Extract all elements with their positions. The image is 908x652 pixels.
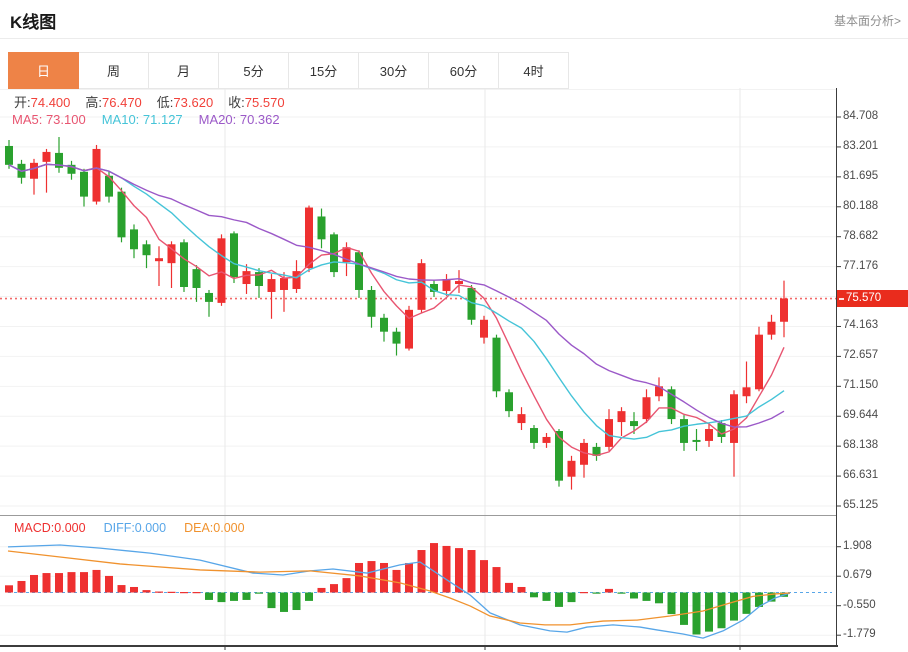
y-axis-label: 84.708 <box>843 110 903 122</box>
y-axis-label: 80.188 <box>843 200 903 212</box>
y-axis-label: 71.150 <box>843 379 903 391</box>
y-axis-label: 83.201 <box>843 140 903 152</box>
open-value: 74.400 <box>31 95 71 110</box>
current-price-badge: 75.570 <box>837 290 908 307</box>
y-axis-label: -0.550 <box>843 599 903 611</box>
candles-layer <box>5 137 788 490</box>
open-label: 开: <box>14 95 31 110</box>
y-axis-label: 66.631 <box>843 469 903 481</box>
y-axis-label: -1.779 <box>843 628 903 640</box>
y-axis-label: 0.679 <box>843 569 903 581</box>
tab-15min[interactable]: 15分 <box>288 52 359 89</box>
ma5-legend: MA5: 73.100 <box>12 112 86 127</box>
y-axis-label: 77.176 <box>843 260 903 272</box>
tab-30min[interactable]: 30分 <box>358 52 429 89</box>
y-axis-label: 68.138 <box>843 439 903 451</box>
y-axis-label: 72.657 <box>843 349 903 361</box>
ma20-legend: MA20: 70.362 <box>199 112 280 127</box>
macd-histogram <box>5 543 788 634</box>
y-axis-label: 74.163 <box>843 319 903 331</box>
close-label: 收: <box>228 95 245 110</box>
period-tab-bar: 日周月5分15分30分60分4时 <box>8 52 569 89</box>
macd-value-label: MACD:0.000 <box>14 521 86 535</box>
diff-value-label: DIFF:0.000 <box>104 521 167 535</box>
y-axis-label: 81.695 <box>843 170 903 182</box>
ma10-legend: MA10: 71.127 <box>102 112 183 127</box>
close-value: 75.570 <box>245 95 285 110</box>
y-axis-label: 1.908 <box>843 540 903 552</box>
y-axis-label: 69.644 <box>843 409 903 421</box>
tab-60min[interactable]: 60分 <box>428 52 499 89</box>
y-axis-label: 78.682 <box>843 230 903 242</box>
tab-4hour[interactable]: 4时 <box>498 52 569 89</box>
low-value: 73.620 <box>173 95 213 110</box>
high-label: 高: <box>85 95 102 110</box>
ma-legend: MA5: 73.100 MA10: 71.127 MA20: 70.362 <box>12 112 296 127</box>
macd-legend: MACD:0.000 DIFF:0.000 DEA:0.000 <box>14 521 263 535</box>
y-axis-label: 65.125 <box>843 499 903 511</box>
high-value: 76.470 <box>102 95 142 110</box>
tab-month[interactable]: 月 <box>148 52 219 89</box>
tab-day[interactable]: 日 <box>8 52 79 89</box>
low-label: 低: <box>157 95 174 110</box>
dea-value-label: DEA:0.000 <box>184 521 244 535</box>
ohlc-info-bar: 开:74.400 高:76.470 低:73.620 收:75.570 <box>14 92 300 111</box>
tab-5min[interactable]: 5分 <box>218 52 289 89</box>
tab-week[interactable]: 周 <box>78 52 149 89</box>
